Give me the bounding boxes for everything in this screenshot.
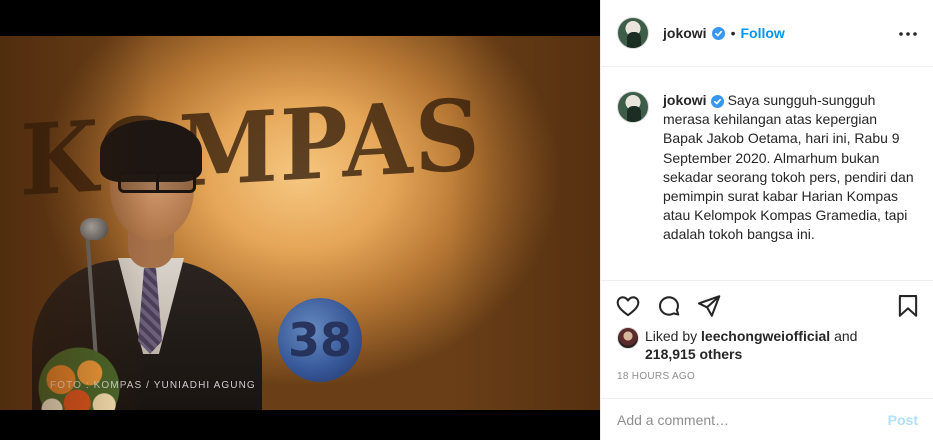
more-options-icon[interactable] (896, 24, 920, 44)
liker-username[interactable]: leechongweiofficial (701, 328, 830, 344)
heart-icon[interactable] (615, 293, 641, 319)
profile-avatar[interactable] (617, 17, 649, 49)
caption-username[interactable]: jokowi (663, 92, 707, 108)
photo-credit: FOTO : KOMPAS / YUNIADHI AGUNG (50, 380, 256, 391)
bookmark-icon[interactable] (895, 293, 921, 319)
liker-avatar[interactable] (617, 327, 639, 349)
post-photo[interactable]: KOMPAS 38 FOTO : KOMPAS / YUNIADHI AGUNG (0, 36, 600, 410)
likes-prefix: Liked by (645, 328, 698, 344)
comment-icon[interactable] (656, 293, 682, 319)
likes-summary: Liked by leechongweiofficial and 218,915… (617, 327, 857, 363)
post-media[interactable]: KOMPAS 38 FOTO : KOMPAS / YUNIADHI AGUNG (0, 0, 600, 440)
likes-text: Liked by leechongweiofficial and 218,915… (645, 327, 857, 363)
separator-dot: • (730, 25, 736, 41)
caption-area: jokowi Saya sungguh-sungguh merasa kehila… (601, 67, 933, 280)
post-actions: Liked by leechongweiofficial and 218,915… (601, 280, 933, 392)
caption-text: Saya sungguh-sungguh merasa kehilangan a… (663, 92, 914, 243)
post-side-panel: jokowi • Follow jokowi Saya sungguh-sungg… (600, 0, 933, 440)
microphone (80, 218, 108, 240)
likes-count-link[interactable]: 218,915 others (645, 346, 742, 362)
anniversary-logo: 38 (278, 298, 362, 382)
caption-avatar[interactable] (617, 91, 649, 123)
speaker-glasses (118, 171, 196, 193)
flower-bouquet (34, 346, 124, 410)
caption-comment: jokowi Saya sungguh-sungguh merasa kehila… (617, 91, 918, 245)
likes-and: and (834, 328, 858, 344)
caption-text-block: jokowi Saya sungguh-sungguh merasa kehila… (663, 91, 918, 245)
post-comment-button[interactable]: Post (888, 412, 918, 428)
follow-button[interactable]: Follow (740, 25, 784, 41)
comment-input[interactable] (617, 411, 888, 428)
comment-form: Post (601, 398, 933, 440)
post-timestamp[interactable]: 18 HOURS AGO (617, 371, 695, 382)
verified-badge-icon (711, 26, 725, 40)
post-header: jokowi • Follow (601, 0, 933, 67)
header-username[interactable]: jokowi (663, 25, 707, 41)
share-icon[interactable] (696, 293, 722, 319)
caption-verified-badge-icon (710, 95, 724, 108)
